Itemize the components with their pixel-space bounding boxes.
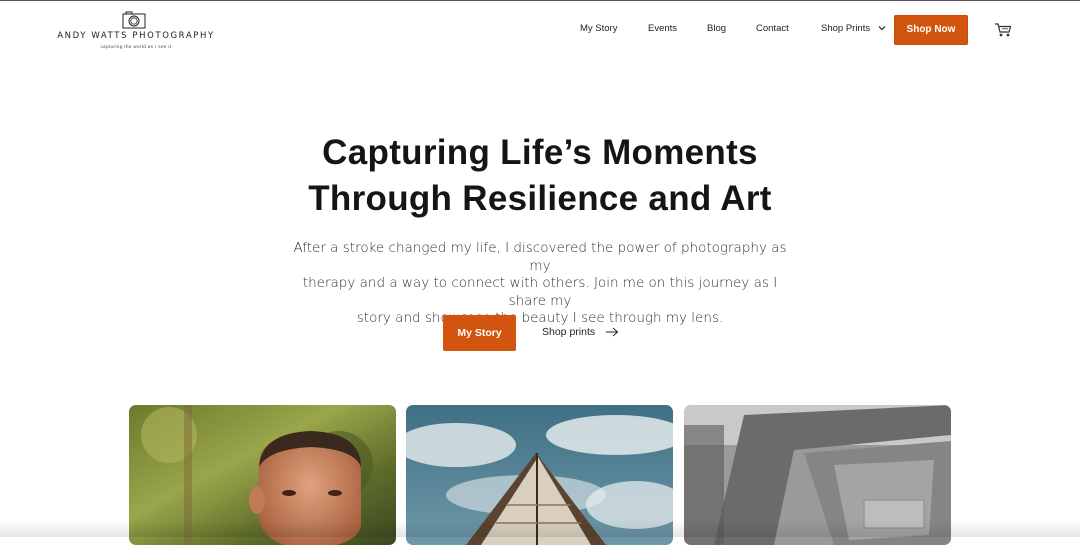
hero-description: After a stroke changed my life, I discov… [290,240,790,328]
shop-now-button[interactable]: Shop Now [894,15,968,45]
nav-item-contact[interactable]: Contact [756,23,789,34]
arrow-right-icon[interactable] [605,327,619,337]
boat-photo [406,405,673,545]
hero-title-line-2: Through Resilience and Art [308,179,772,218]
my-story-button[interactable]: My Story [443,315,516,351]
hero-description-line-1: After a stroke changed my life, I discov… [293,240,787,274]
nav-item-shop-prints[interactable]: Shop Prints [821,23,886,34]
nav-item-events[interactable]: Events [648,23,677,34]
gallery-image-portrait[interactable] [129,405,396,545]
brand-tagline: capturing the world as I see it [100,44,172,49]
site-header: ANDY WATTS PHOTOGRAPHY capturing the wor… [0,1,1080,57]
hero-description-line-2: therapy and a way to connect with others… [302,275,778,309]
cart-icon[interactable] [994,22,1012,38]
gallery-image-boat[interactable] [406,405,673,545]
camera-icon [122,11,146,29]
hero-title: Capturing Life’s Moments Through Resilie… [240,130,840,222]
brand-logo[interactable]: ANDY WATTS PHOTOGRAPHY capturing the wor… [56,9,216,53]
gallery-image-architecture[interactable] [684,405,951,545]
shop-prints-link[interactable]: Shop prints [542,326,595,338]
nav-item-shop-prints-label: Shop Prints [821,23,871,34]
nav-item-blog[interactable]: Blog [707,23,726,34]
brand-name: ANDY WATTS PHOTOGRAPHY [57,31,215,41]
chevron-down-icon [878,26,886,31]
hero-title-line-1: Capturing Life’s Moments [322,133,758,172]
architecture-photo [684,405,951,545]
portrait-photo [129,405,396,545]
hero-description-line-3: story and showcase the beauty I see thro… [356,310,724,326]
nav-item-my-story[interactable]: My Story [580,23,617,34]
